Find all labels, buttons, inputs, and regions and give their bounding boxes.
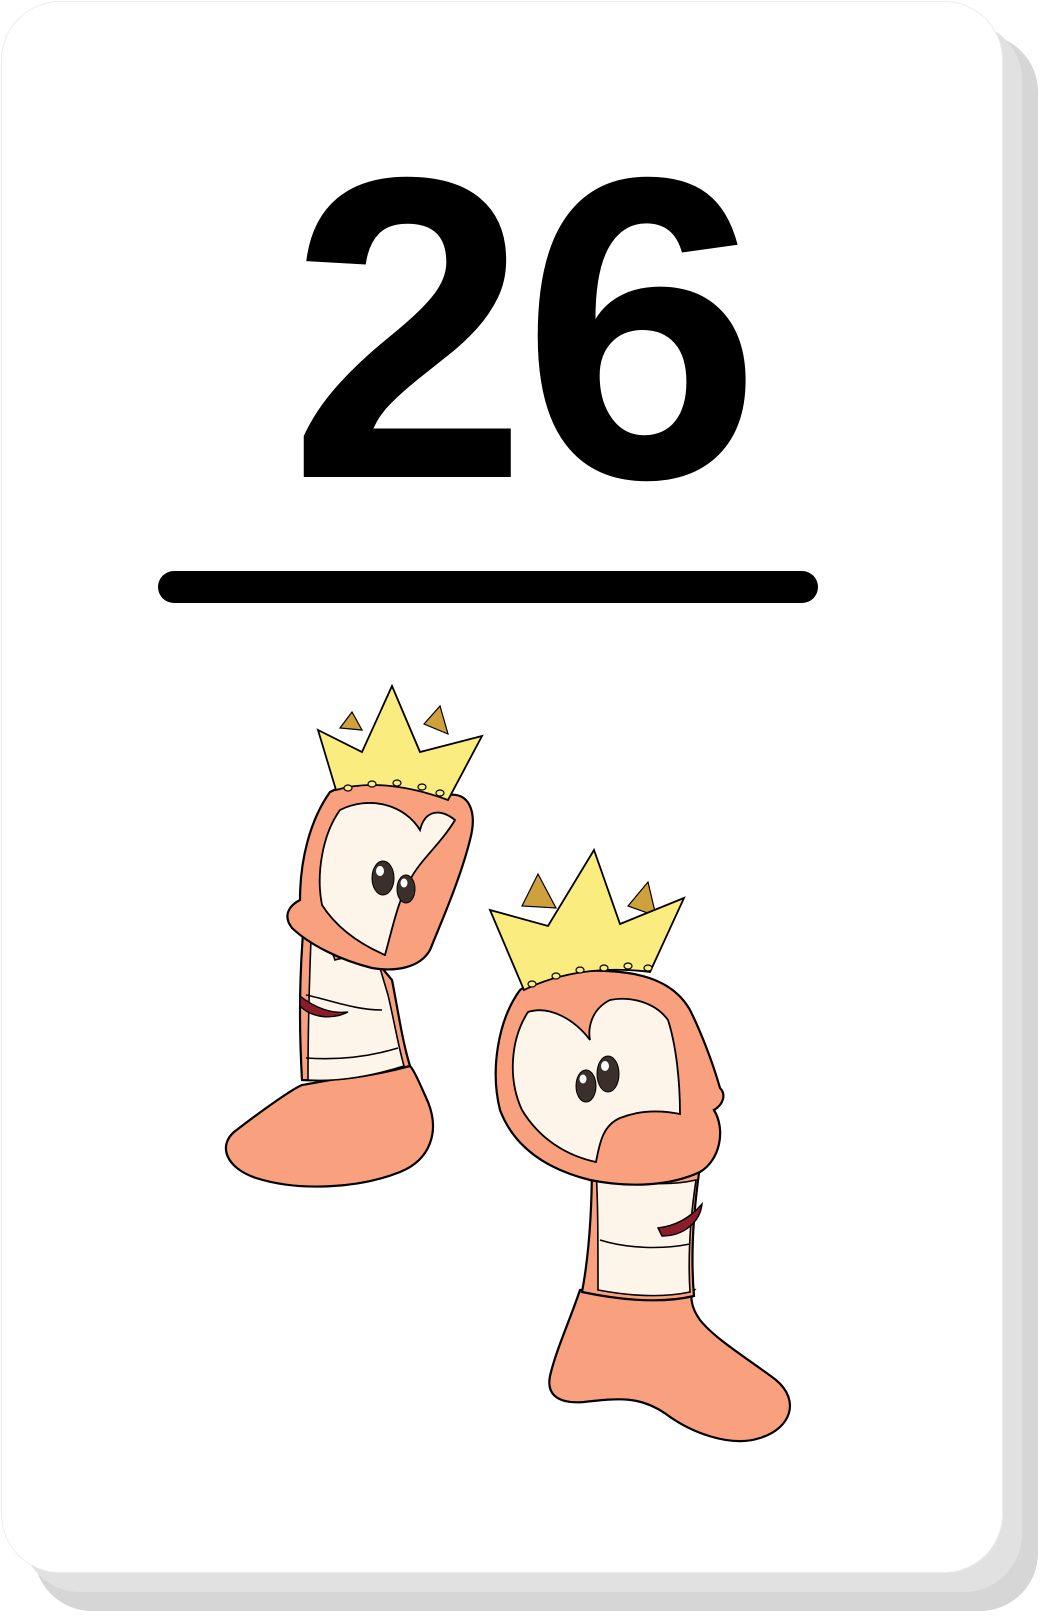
left-worm-tail — [224, 1064, 435, 1188]
right-worm — [488, 847, 792, 1443]
crowned-worms-illustration — [224, 683, 792, 1443]
right-worm-tail — [548, 1288, 792, 1443]
right-worm-eye-right — [596, 1055, 620, 1093]
left-worm-eye-right — [396, 874, 416, 904]
left-worm — [224, 683, 484, 1188]
right-worm-crown — [488, 847, 686, 992]
right-worm-eye-left — [575, 1069, 597, 1103]
left-worm-eye-left — [371, 860, 395, 896]
